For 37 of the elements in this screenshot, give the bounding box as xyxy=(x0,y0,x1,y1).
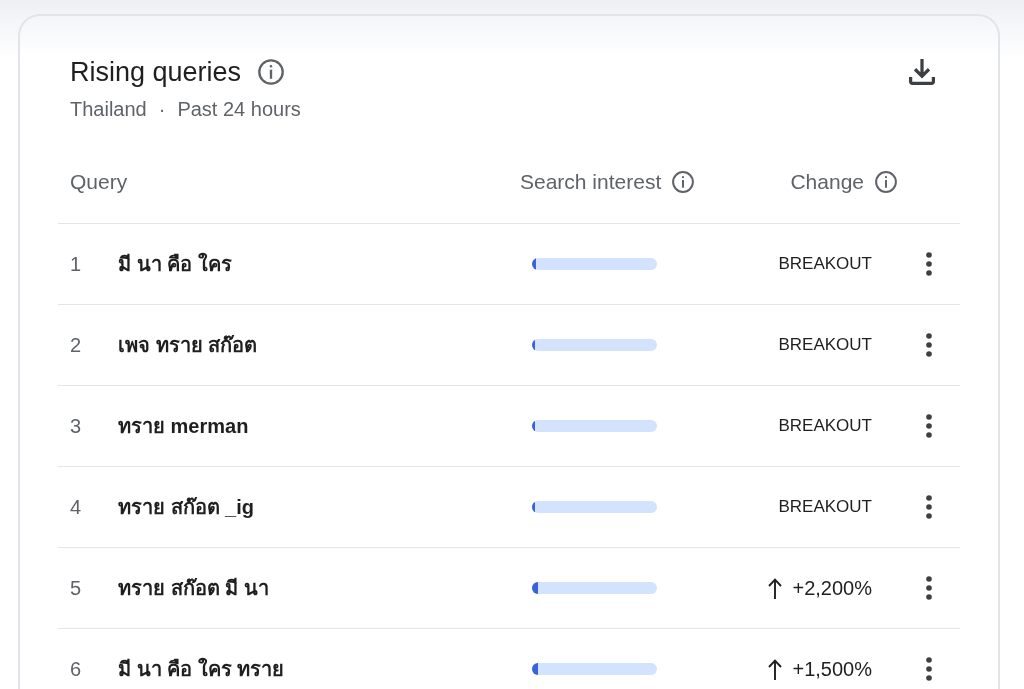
rank-number: 5 xyxy=(70,576,83,600)
more-options-icon[interactable] xyxy=(925,333,932,357)
query-text: ทราย merman xyxy=(118,414,250,439)
rank-number: 3 xyxy=(70,414,83,438)
query-text: ทราย สก๊อต _ig xyxy=(118,495,255,520)
arrow-up-icon xyxy=(768,577,783,599)
more-options-icon[interactable] xyxy=(925,576,932,600)
change-value: +2,200% xyxy=(792,576,872,600)
info-icon[interactable] xyxy=(875,171,897,193)
download-icon[interactable] xyxy=(909,59,935,85)
change-value: BREAKOUT xyxy=(778,335,872,355)
more-options-icon[interactable] xyxy=(925,414,932,438)
change-value: BREAKOUT xyxy=(778,497,872,517)
rank-number: 2 xyxy=(70,333,83,357)
change-value: BREAKOUT xyxy=(778,416,872,436)
rank-number: 6 xyxy=(70,657,83,681)
column-header: Change xyxy=(790,170,864,194)
info-icon[interactable] xyxy=(672,171,695,193)
change-value: +1,500% xyxy=(792,657,872,681)
column-header: Search interest xyxy=(520,170,662,194)
more-options-icon[interactable] xyxy=(925,657,932,681)
column-header: Query xyxy=(70,170,128,194)
info-icon[interactable] xyxy=(258,59,285,85)
location-label: Thailand xyxy=(70,97,147,121)
rank-number: 1 xyxy=(70,252,83,276)
more-options-icon[interactable] xyxy=(925,252,932,276)
query-text: ทราย สก๊อต มี นา xyxy=(118,576,270,601)
time-range-label: Past 24 hours xyxy=(177,97,301,121)
card-title: Rising queries xyxy=(70,56,242,88)
change-value: BREAKOUT xyxy=(778,254,872,274)
separator-dot: · xyxy=(158,97,166,121)
rank-number: 4 xyxy=(70,495,83,519)
more-options-icon[interactable] xyxy=(925,495,932,519)
arrow-up-icon xyxy=(768,658,783,680)
query-text: มี นา คือ ใคร xyxy=(118,251,233,277)
query-text: เพจ ทราย สก๊อต xyxy=(118,333,259,358)
query-text: มี นา คือ ใคร ทราย xyxy=(118,656,286,682)
